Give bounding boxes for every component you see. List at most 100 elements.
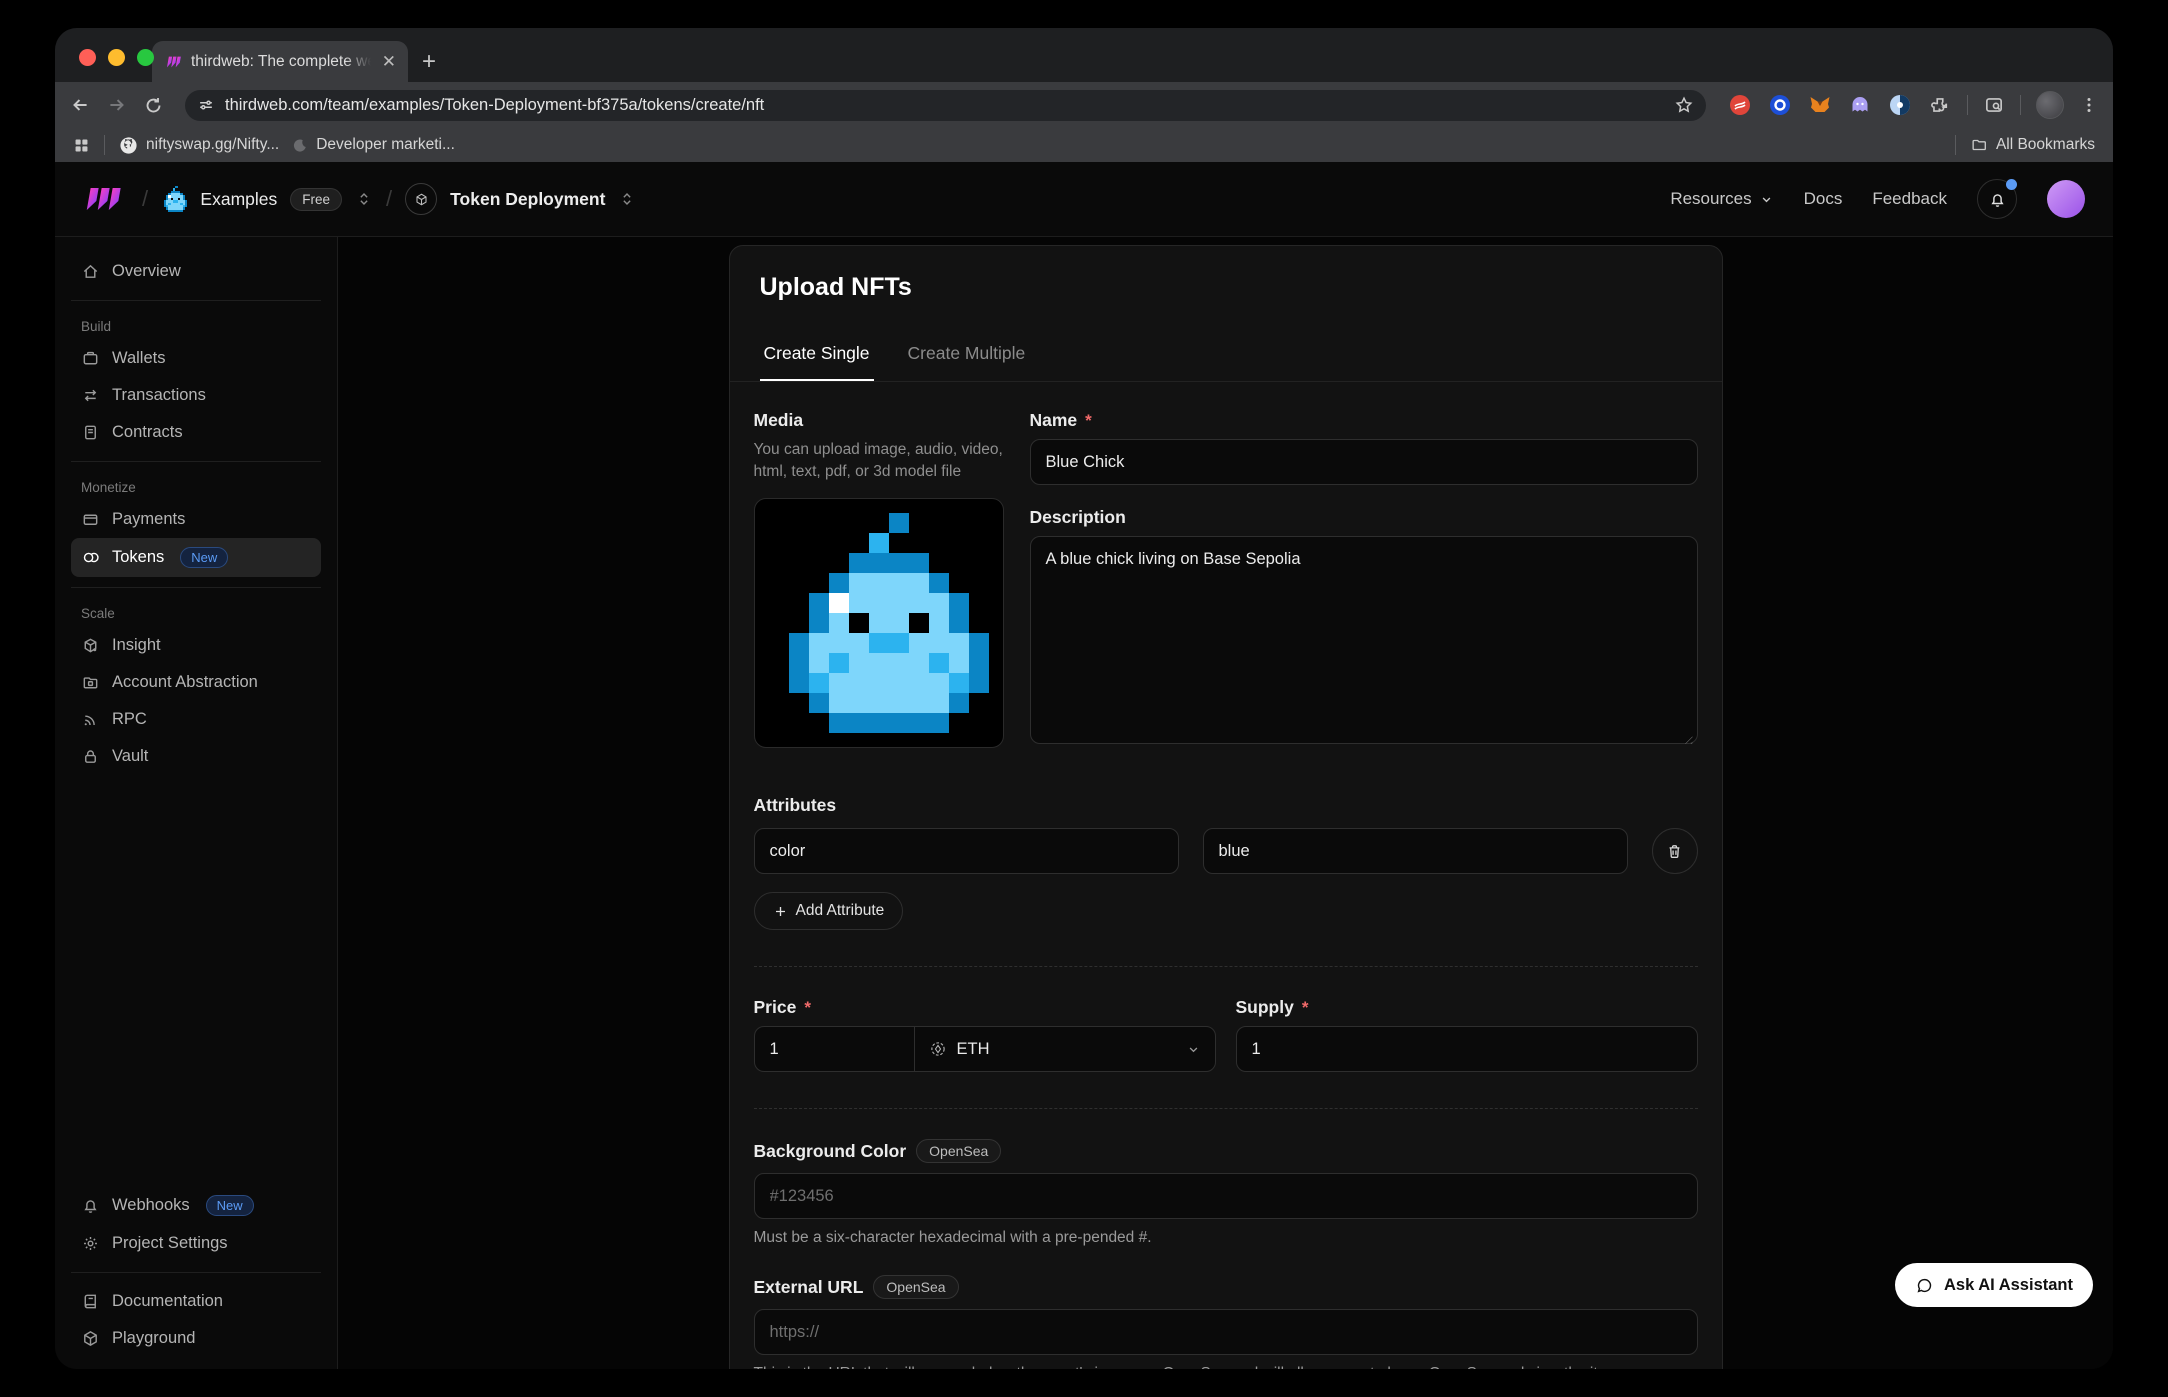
attribute-value-input[interactable] bbox=[1203, 828, 1628, 874]
site-settings-icon[interactable] bbox=[197, 96, 215, 114]
resources-menu[interactable]: Resources bbox=[1670, 189, 1773, 209]
tab-search-icon[interactable] bbox=[1983, 94, 2005, 116]
browser-window: thirdweb: The complete web3 ✕ + thirdweb… bbox=[55, 28, 2113, 1369]
team-name[interactable]: Examples bbox=[200, 189, 277, 210]
new-tab-button[interactable]: + bbox=[422, 50, 436, 74]
sidebar-item-insight[interactable]: Insight bbox=[71, 627, 321, 664]
thirdweb-logo[interactable] bbox=[83, 186, 129, 212]
sidebar-item-account-abstraction[interactable]: Account Abstraction bbox=[71, 664, 321, 701]
media-label: Media bbox=[754, 410, 1004, 431]
thirdweb-dashboard-page: / Examples Free / Token Deployment Resou… bbox=[55, 162, 2113, 1369]
trash-icon bbox=[1665, 842, 1684, 861]
ghost-wallet-extension-icon[interactable] bbox=[1847, 93, 1872, 118]
main-content: Upload NFTs Create Single Create Multipl… bbox=[338, 237, 2113, 1369]
tab-create-single[interactable]: Create Single bbox=[760, 326, 874, 381]
minimize-window-button[interactable] bbox=[108, 49, 125, 66]
name-label: Name* bbox=[1030, 410, 1698, 431]
sidebar-item-label: Overview bbox=[112, 262, 181, 281]
sidebar-item-wallets[interactable]: Wallets bbox=[71, 340, 321, 377]
nft-image bbox=[769, 513, 989, 733]
sidebar-item-playground[interactable]: Playground bbox=[71, 1320, 321, 1357]
sidebar-item-label: Webhooks bbox=[112, 1196, 190, 1215]
coins-icon bbox=[81, 548, 100, 567]
browser-menu-icon[interactable] bbox=[2079, 95, 2099, 115]
currency-select[interactable]: ETH bbox=[914, 1026, 1216, 1072]
red-extension-icon[interactable] bbox=[1727, 93, 1752, 118]
sidebar-item-label: Project Settings bbox=[112, 1234, 228, 1253]
reload-icon[interactable] bbox=[143, 95, 164, 116]
apps-grid-icon[interactable] bbox=[73, 137, 90, 154]
currency-value: ETH bbox=[957, 1040, 990, 1059]
plan-badge: Free bbox=[290, 188, 342, 211]
sidebar-item-webhooks[interactable]: Webhooks New bbox=[71, 1186, 321, 1225]
desktop-background: thirdweb: The complete web3 ✕ + thirdweb… bbox=[0, 0, 2168, 1397]
nft-media-preview[interactable] bbox=[754, 498, 1004, 748]
fox-wallet-extension-icon[interactable] bbox=[1807, 93, 1832, 118]
extensions-puzzle-icon[interactable] bbox=[1927, 93, 1952, 118]
project-icon bbox=[405, 183, 437, 215]
delete-attribute-button[interactable] bbox=[1652, 828, 1698, 874]
project-name[interactable]: Token Deployment bbox=[450, 189, 605, 210]
bookmark-star-icon[interactable] bbox=[1674, 95, 1694, 115]
chevron-down-icon bbox=[1186, 1042, 1201, 1057]
supply-input[interactable] bbox=[1236, 1026, 1698, 1072]
notifications-button[interactable] bbox=[1977, 179, 2017, 219]
url-text: thirdweb.com/team/examples/Token-Deploym… bbox=[225, 96, 764, 115]
team-switcher-icon[interactable] bbox=[355, 190, 373, 208]
docs-link[interactable]: Docs bbox=[1804, 189, 1843, 209]
gear-icon bbox=[81, 1234, 100, 1253]
blue-ring-extension-icon[interactable] bbox=[1767, 93, 1792, 118]
project-switcher-icon[interactable] bbox=[618, 190, 636, 208]
tab-create-multiple[interactable]: Create Multiple bbox=[904, 326, 1030, 381]
sidebar-item-tokens[interactable]: Tokens New bbox=[71, 538, 321, 577]
eth-icon bbox=[929, 1040, 947, 1058]
sidebar-item-vault[interactable]: Vault bbox=[71, 738, 321, 775]
bookmark-niftyswap[interactable]: niftyswap.gg/Nifty... bbox=[119, 136, 279, 155]
crescent-icon bbox=[293, 138, 308, 153]
browser-profile-avatar[interactable] bbox=[2036, 91, 2064, 119]
sidebar-item-transactions[interactable]: Transactions bbox=[71, 377, 321, 414]
blue-circle-extension-icon[interactable] bbox=[1887, 93, 1912, 118]
external-url-input[interactable] bbox=[754, 1309, 1698, 1355]
sidebar-item-rpc[interactable]: RPC bbox=[71, 701, 321, 738]
sidebar-item-contracts[interactable]: Contracts bbox=[71, 414, 321, 451]
price-label: Price* bbox=[754, 997, 1216, 1018]
ask-ai-assistant-button[interactable]: Ask AI Assistant bbox=[1895, 1263, 2093, 1307]
close-window-button[interactable] bbox=[79, 49, 96, 66]
all-bookmarks-button[interactable]: All Bookmarks bbox=[1970, 136, 2095, 154]
wallet-icon bbox=[81, 349, 100, 368]
back-nav-icon[interactable] bbox=[69, 94, 91, 116]
user-avatar[interactable] bbox=[2047, 180, 2085, 218]
browser-toolbar: thirdweb.com/team/examples/Token-Deploym… bbox=[55, 82, 2113, 128]
sidebar-item-payments[interactable]: Payments bbox=[71, 501, 321, 538]
sidebar-item-project-settings[interactable]: Project Settings bbox=[71, 1225, 321, 1262]
url-bar[interactable]: thirdweb.com/team/examples/Token-Deploym… bbox=[185, 90, 1706, 121]
tab-close-icon[interactable]: ✕ bbox=[380, 51, 398, 72]
book-icon bbox=[81, 1292, 100, 1311]
add-attribute-button[interactable]: Add Attribute bbox=[754, 892, 904, 930]
description-textarea[interactable]: A blue chick living on Base Sepolia bbox=[1030, 536, 1698, 744]
signal-icon bbox=[81, 710, 100, 729]
sidebar-item-documentation[interactable]: Documentation bbox=[71, 1283, 321, 1320]
browser-tab[interactable]: thirdweb: The complete web3 ✕ bbox=[152, 41, 408, 82]
opensea-badge: OpenSea bbox=[916, 1139, 1001, 1163]
name-input[interactable] bbox=[1030, 439, 1698, 485]
breadcrumb-separator: / bbox=[142, 186, 148, 212]
bookmark-developer-marketing[interactable]: Developer marketi... bbox=[293, 136, 455, 154]
external-url-helper: This is the URL that will appear below t… bbox=[754, 1365, 1698, 1369]
forward-nav-icon[interactable] bbox=[106, 94, 128, 116]
price-input[interactable] bbox=[754, 1026, 914, 1072]
app-header: / Examples Free / Token Deployment Resou… bbox=[55, 162, 2113, 237]
background-color-label: Background Color bbox=[754, 1141, 907, 1162]
sidebar-item-label: Playground bbox=[112, 1329, 195, 1348]
maximize-window-button[interactable] bbox=[137, 49, 154, 66]
sidebar-item-label: Tokens bbox=[112, 548, 164, 567]
sidebar-item-label: Payments bbox=[112, 510, 185, 529]
background-color-input[interactable] bbox=[754, 1173, 1698, 1219]
sidebar-group-scale: Scale bbox=[71, 598, 321, 627]
sidebar-item-overview[interactable]: Overview bbox=[71, 253, 321, 290]
attribute-key-input[interactable] bbox=[754, 828, 1179, 874]
lock-icon bbox=[81, 747, 100, 766]
feedback-link[interactable]: Feedback bbox=[1872, 189, 1947, 209]
plus-icon bbox=[773, 904, 788, 919]
